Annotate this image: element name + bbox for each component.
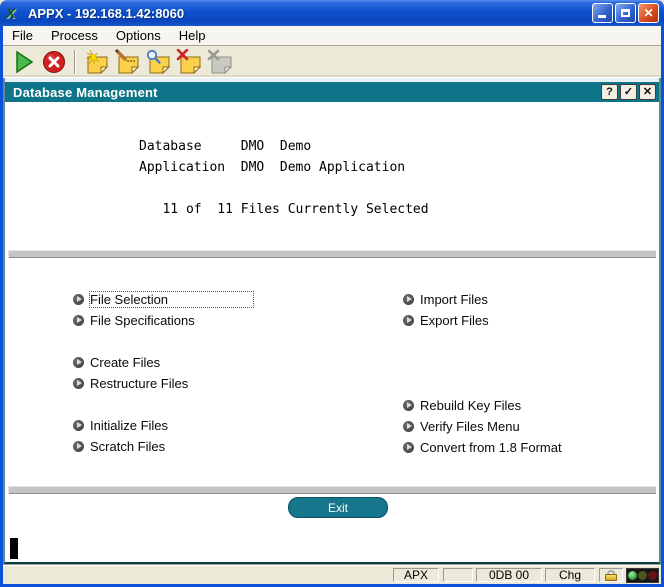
option-bullet-icon (403, 400, 414, 411)
exit-button[interactable]: Exit (288, 497, 388, 518)
status-lights-indicator (626, 568, 659, 583)
appx-logo-icon: X (6, 5, 24, 21)
option-bullet-icon (73, 315, 84, 326)
option-bullet-icon (73, 378, 84, 389)
status-bar: APX 0DB 00 Chg (3, 565, 661, 584)
close-button[interactable]: ✕ (638, 3, 659, 23)
close-icon: ✕ (643, 4, 653, 22)
edit-record-icon (114, 49, 140, 75)
maximize-icon (621, 9, 630, 17)
status-empty-cell (443, 568, 473, 582)
menu-item-export-files[interactable]: Export Files (403, 312, 489, 328)
option-bullet-icon (403, 442, 414, 453)
menu-file[interactable]: File (3, 28, 42, 43)
menu-item-file-selection[interactable]: File Selection (73, 291, 253, 307)
maximize-button[interactable] (615, 3, 636, 23)
menu-process[interactable]: Process (42, 28, 107, 43)
panel-header: Database Management ? ✓ ✕ (5, 82, 659, 102)
delete-record-icon (176, 49, 202, 75)
panel-body: Database DMO Demo Application DMO Demo A… (5, 102, 659, 562)
cancel-button[interactable] (40, 48, 68, 76)
red-light-icon (648, 571, 657, 580)
panel-title: Database Management (5, 85, 158, 100)
menu-item-verify-files-menu[interactable]: Verify Files Menu (403, 418, 520, 434)
new-record-icon (83, 49, 109, 75)
post-record-button-disabled (206, 48, 234, 76)
menu-item-scratch-files[interactable]: Scratch Files (73, 438, 165, 454)
app-window: X APPX - 192.168.1.42:8060 ✕ File Proces… (0, 0, 664, 587)
menu-options[interactable]: Options (107, 28, 170, 43)
find-record-button[interactable] (144, 48, 172, 76)
yellow-light-icon (638, 571, 647, 580)
application-info-line: Application DMO Demo Application (139, 160, 405, 175)
run-icon (12, 50, 34, 74)
new-record-button[interactable] (82, 48, 110, 76)
title-bar: X APPX - 192.168.1.42:8060 ✕ (0, 0, 664, 26)
run-button[interactable] (9, 48, 37, 76)
cancel-icon (42, 50, 66, 74)
panel-help-button[interactable]: ? (601, 84, 618, 100)
option-bullet-icon (403, 315, 414, 326)
option-bullet-icon (73, 441, 84, 452)
toolbar-separator (74, 50, 76, 74)
delete-record-button[interactable] (175, 48, 203, 76)
option-bullet-icon (73, 294, 84, 305)
option-bullet-icon (403, 421, 414, 432)
menu-item-convert-from-18-format[interactable]: Convert from 1.8 Format (403, 439, 562, 455)
status-lock-cell (599, 568, 623, 582)
green-light-icon (628, 571, 637, 580)
menu-item-restructure-files[interactable]: Restructure Files (73, 375, 188, 391)
selection-status-line: 11 of 11 Files Currently Selected (139, 202, 429, 217)
separator-bottom (8, 486, 656, 494)
post-record-icon (207, 49, 233, 75)
window-title: APPX - 192.168.1.42:8060 (28, 6, 184, 21)
panel-ok-button[interactable]: ✓ (620, 84, 637, 100)
database-info-line: Database DMO Demo (139, 139, 311, 154)
status-chg-cell: Chg (545, 568, 595, 582)
status-db-cell: 0DB 00 (476, 568, 542, 582)
menu-item-file-specifications[interactable]: File Specifications (73, 312, 195, 328)
minimize-icon (598, 15, 606, 18)
menu-item-import-files[interactable]: Import Files (403, 291, 488, 307)
lock-icon (605, 569, 617, 581)
find-record-icon (145, 49, 171, 75)
menu-item-rebuild-key-files[interactable]: Rebuild Key Files (403, 397, 521, 413)
panel-close-button[interactable]: ✕ (639, 84, 656, 100)
toolbar (3, 46, 661, 78)
menu-help[interactable]: Help (170, 28, 215, 43)
menu-item-initialize-files[interactable]: Initialize Files (73, 417, 168, 433)
status-app-cell: APX (393, 568, 439, 582)
option-bullet-icon (403, 294, 414, 305)
separator-top (8, 250, 656, 258)
edit-record-button[interactable] (113, 48, 141, 76)
minimize-button[interactable] (592, 3, 613, 23)
cursor-block (10, 538, 18, 559)
option-bullet-icon (73, 357, 84, 368)
option-bullet-icon (73, 420, 84, 431)
menu-item-create-files[interactable]: Create Files (73, 354, 160, 370)
menu-bar: File Process Options Help (3, 26, 661, 46)
database-management-panel: Database Management ? ✓ ✕ Database DMO D… (3, 78, 661, 565)
